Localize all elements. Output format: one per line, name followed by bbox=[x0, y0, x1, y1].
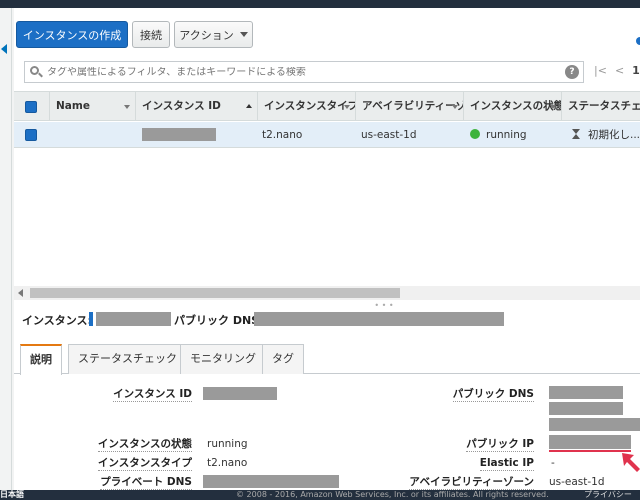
chevron-down-icon bbox=[239, 32, 248, 37]
sidebar-collapsed bbox=[0, 8, 12, 490]
availability-zone-value: us-east-1d bbox=[549, 476, 605, 488]
instance-marker bbox=[89, 312, 93, 326]
private-dns-label: プライベート DNS bbox=[100, 476, 192, 490]
sort-icon bbox=[550, 105, 556, 109]
instance-id-redacted bbox=[142, 128, 216, 141]
tab-monitoring[interactable]: モニタリング bbox=[180, 344, 266, 374]
column-label: インスタンスの状態 bbox=[470, 100, 562, 112]
tab-description[interactable]: 説明 bbox=[20, 344, 62, 375]
private-dns-redacted bbox=[203, 475, 339, 488]
actions-button[interactable]: アクション bbox=[174, 21, 253, 48]
copyright-text: © 2008 - 2016, Amazon Web Services, Inc.… bbox=[236, 490, 549, 499]
search-input[interactable] bbox=[47, 66, 567, 78]
connect-button[interactable]: 接続 bbox=[132, 21, 170, 48]
row-name-cell bbox=[56, 122, 136, 148]
console-top-bar bbox=[0, 0, 640, 8]
language-selector[interactable]: 日本語 bbox=[0, 490, 24, 500]
running-status-icon bbox=[470, 129, 480, 139]
page-number: 1 bbox=[632, 64, 640, 77]
instance-id-redacted bbox=[203, 387, 277, 400]
public-dns-redacted-2 bbox=[549, 402, 623, 415]
public-dns-redacted-1 bbox=[549, 386, 623, 399]
column-instance-state[interactable]: インスタンスの状態 bbox=[464, 92, 562, 121]
sort-icon bbox=[452, 105, 458, 109]
public-dns-label: パブリック DNS: bbox=[174, 314, 264, 327]
help-icon[interactable]: ? bbox=[565, 65, 579, 79]
footer: 日本語 © 2008 - 2016, Amazon Web Services, … bbox=[0, 490, 640, 500]
public-ip-redacted bbox=[549, 435, 631, 449]
column-label: Name bbox=[56, 100, 90, 112]
expand-sidebar-icon[interactable] bbox=[1, 44, 7, 54]
row-instance-state: running bbox=[470, 122, 560, 148]
availability-zone-label: アベイラビリティーゾーン bbox=[409, 476, 534, 490]
scroll-left-icon[interactable] bbox=[18, 289, 23, 297]
column-label: アベイラビリティーゾーン bbox=[362, 100, 463, 112]
state-text: running bbox=[486, 129, 527, 141]
toolbar: インスタンスの作成 接続 アクション bbox=[14, 8, 640, 58]
public-ip-highlight bbox=[549, 450, 631, 452]
instance-id-label: インスタンス ID bbox=[113, 388, 192, 402]
sort-icon bbox=[344, 105, 350, 109]
instance-label: インスタンス: bbox=[22, 314, 92, 327]
select-all-checkbox[interactable] bbox=[25, 101, 37, 113]
row-status-check: 初期化し... bbox=[572, 122, 640, 148]
sort-icon bbox=[124, 105, 130, 109]
column-label: インスタンスタイプ bbox=[264, 100, 356, 112]
instance-detail-header: インスタンス: パブリック DNS: bbox=[14, 308, 640, 330]
main-panel: インスタンスの作成 接続 アクション ? |< < 1 Name インスタンス … bbox=[14, 8, 640, 490]
column-label: インスタンス ID bbox=[142, 100, 221, 112]
table-header: Name インスタンス ID インスタンスタイプ アベイラビリティーゾーン イン… bbox=[14, 91, 640, 121]
search-bar bbox=[24, 61, 584, 83]
instance-id-redacted bbox=[96, 312, 171, 326]
elastic-ip-value: - bbox=[551, 457, 555, 469]
description-pane: インスタンス ID インスタンスの状態 running インスタンスタイプ t2… bbox=[14, 375, 640, 490]
elastic-ip-label: Elastic IP bbox=[479, 457, 534, 471]
public-dns-redacted-3 bbox=[549, 418, 640, 431]
column-name[interactable]: Name bbox=[50, 92, 136, 121]
column-status-check[interactable]: ステータスチェック bbox=[562, 92, 640, 121]
previous-page-icon[interactable]: < bbox=[615, 64, 624, 77]
scrollbar-thumb[interactable] bbox=[30, 288, 400, 298]
info-icon[interactable] bbox=[636, 37, 640, 45]
hourglass-icon bbox=[572, 129, 580, 139]
instance-state-label: インスタンスの状態 bbox=[97, 438, 192, 452]
search-icon bbox=[30, 66, 43, 78]
table-row[interactable]: t2.nano us-east-1d running 初期化し... bbox=[14, 122, 640, 148]
privacy-link[interactable]: プライバシー bbox=[584, 490, 632, 500]
detail-tabs: 説明 ステータスチェック モニタリング タグ bbox=[14, 344, 640, 375]
instance-type-value: t2.nano bbox=[207, 457, 248, 469]
public-dns-redacted bbox=[254, 312, 504, 326]
actions-label: アクション bbox=[179, 28, 234, 42]
pagination: |< < 1 bbox=[594, 64, 640, 77]
horizontal-scrollbar[interactable] bbox=[14, 286, 640, 300]
first-page-icon[interactable]: |< bbox=[594, 64, 607, 77]
tab-status-checks[interactable]: ステータスチェック bbox=[68, 344, 187, 374]
column-availability-zone[interactable]: アベイラビリティーゾーン bbox=[356, 92, 464, 121]
public-dns-label: パブリック DNS bbox=[452, 388, 534, 402]
public-ip-label: パブリック IP bbox=[466, 438, 534, 452]
status-check-text: 初期化し... bbox=[588, 129, 640, 141]
row-checkbox[interactable] bbox=[25, 129, 37, 141]
instance-state-value: running bbox=[207, 438, 248, 450]
instance-type-label: インスタンスタイプ bbox=[97, 457, 192, 471]
row-instance-type: t2.nano bbox=[262, 129, 303, 141]
tab-tags[interactable]: タグ bbox=[262, 344, 304, 374]
column-instance-type[interactable]: インスタンスタイプ bbox=[258, 92, 356, 121]
sort-ascending-icon bbox=[246, 104, 252, 108]
annotation-arrow-icon bbox=[622, 453, 640, 472]
row-availability-zone: us-east-1d bbox=[361, 129, 417, 141]
select-all-cell bbox=[14, 92, 50, 121]
create-instance-button[interactable]: インスタンスの作成 bbox=[16, 21, 128, 48]
column-label: ステータスチェック bbox=[568, 100, 640, 112]
column-instance-id[interactable]: インスタンス ID bbox=[136, 92, 258, 121]
